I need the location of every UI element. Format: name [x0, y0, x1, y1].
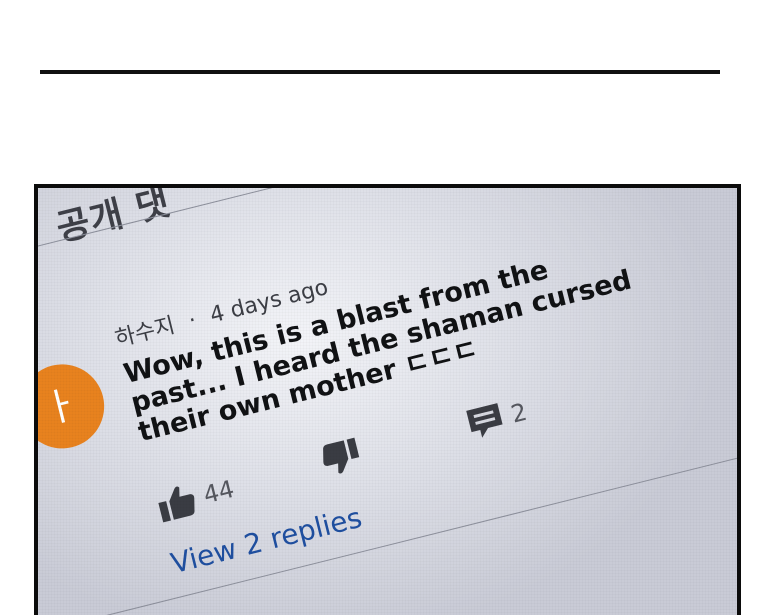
dislike-button[interactable] — [317, 435, 365, 480]
comment-icon — [463, 399, 509, 443]
meta-separator: · — [186, 307, 199, 334]
thumbs-up-icon — [153, 480, 201, 525]
avatar-letter: ㅏ — [38, 381, 84, 433]
comment-screen: 공개 댓 ㅏ 하수지 · 4 days ago Wow, this is a b… — [38, 184, 737, 615]
thumbs-down-icon — [317, 435, 365, 480]
screen-panel: 공개 댓 ㅏ 하수지 · 4 days ago Wow, this is a b… — [34, 184, 741, 615]
reply-count: 2 — [508, 397, 530, 429]
reply-button[interactable]: 2 — [463, 394, 531, 444]
like-button[interactable]: 44 — [153, 471, 238, 525]
avatar[interactable]: ㅏ — [38, 355, 114, 458]
top-divider-line — [40, 70, 720, 74]
like-count: 44 — [200, 474, 238, 510]
section-header: 공개 댓 — [52, 184, 175, 250]
author-name[interactable]: 하수지 — [113, 313, 178, 352]
